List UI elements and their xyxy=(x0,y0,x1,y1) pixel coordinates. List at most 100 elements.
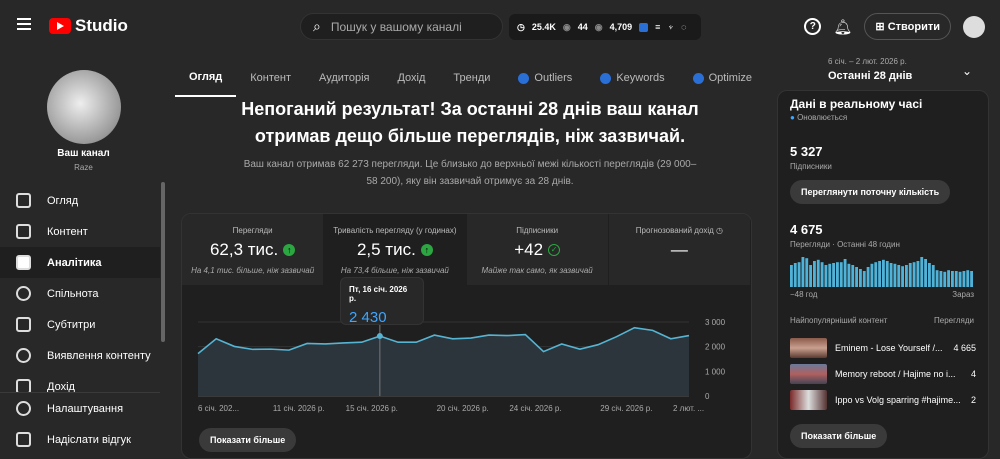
realtime-bar xyxy=(793,263,797,287)
tab-optimize[interactable]: Optimize xyxy=(679,60,766,97)
clock-icon: ◷ xyxy=(517,21,525,32)
video-thumbnail xyxy=(790,364,827,384)
tab-trends[interactable]: Тренди xyxy=(439,60,504,97)
feedback-icon xyxy=(16,432,31,447)
bell-icon[interactable]: 🔔︎ xyxy=(833,18,852,36)
tab-audience[interactable]: Аудиторія xyxy=(305,60,383,97)
eye-icon: ◉ xyxy=(594,21,603,32)
metric-watch-time[interactable]: Тривалість перегляду (у годинах) 2,5 тис.… xyxy=(324,214,467,285)
realtime-bar xyxy=(855,267,858,287)
realtime-bar xyxy=(836,262,839,287)
sidebar-scrollbar[interactable] xyxy=(161,182,165,342)
chat-icon[interactable]: ◌ xyxy=(681,22,686,32)
arrow-up-icon: ↑ xyxy=(283,244,296,256)
account-avatar[interactable] xyxy=(963,15,985,38)
studio-logo[interactable]: Studio xyxy=(49,16,128,36)
realtime-show-more-button[interactable]: Показати більше xyxy=(790,424,888,448)
top-content-item[interactable]: Ippo vs Volg sparring #hajime... 2 xyxy=(790,390,976,410)
realtime-bar xyxy=(866,267,870,287)
realtime-bar xyxy=(951,271,954,287)
tab-outliers[interactable]: Outliers xyxy=(504,60,586,97)
realtime-bar xyxy=(912,262,916,287)
realtime-bar xyxy=(893,263,897,287)
metric-views[interactable]: Перегляди 62,3 тис. ↑ На 4,1 тис. більше, н… xyxy=(182,214,325,285)
realtime-bar xyxy=(874,262,878,287)
realtime-bar xyxy=(824,265,828,287)
realtime-bar xyxy=(851,265,855,287)
tab-revenue[interactable]: Дохід xyxy=(383,60,439,97)
top-content-item[interactable]: Memory reboot / Hajime no i... 4 xyxy=(790,364,976,384)
metric-revenue[interactable]: Прогнозований дохід ◷ — xyxy=(608,214,751,285)
vidiq-icon xyxy=(600,72,612,84)
chevron-down-icon[interactable]: ⌄ xyxy=(962,64,972,78)
top-content-item[interactable]: Eminem - Lose Yourself /... 4 665 xyxy=(790,338,976,358)
trophy-icon[interactable]: ♆ xyxy=(667,22,674,32)
realtime-bar xyxy=(797,262,801,287)
realtime-bar xyxy=(916,261,920,287)
realtime-bar xyxy=(839,262,843,287)
analytics-icon xyxy=(16,255,31,270)
sidebar-item-feedback[interactable]: Надіслати відгук xyxy=(0,424,160,455)
sidebar-item-overview[interactable]: Огляд xyxy=(0,185,160,216)
summary-description: Ваш канал отримав 62 273 перегляди. Це б… xyxy=(243,159,697,187)
x-tick-label: 6 січ. 202... xyxy=(198,404,239,413)
y-tick-label: 0 xyxy=(705,392,710,401)
sidebar-item-community[interactable]: Спільнота xyxy=(0,278,160,309)
x-tick-label: 11 січ. 2026 р. xyxy=(273,404,325,413)
realtime-bar xyxy=(843,259,847,287)
realtime-bar xyxy=(870,263,874,287)
channel-handle: Raze xyxy=(74,163,93,172)
youtube-icon xyxy=(49,18,71,34)
tab-overview[interactable]: Огляд xyxy=(175,60,237,97)
realtime-bar xyxy=(790,265,793,287)
sidebar-item-analytics[interactable]: Аналітика xyxy=(0,247,160,278)
realtime-bar xyxy=(820,262,824,287)
realtime-bar xyxy=(947,270,950,287)
realtime-bar xyxy=(943,271,947,287)
realtime-bar xyxy=(970,271,973,287)
dashboard-icon xyxy=(16,193,31,208)
y-tick-label: 1 000 xyxy=(705,367,726,376)
watch-time-chart[interactable]: 3 000 2 000 1 000 0 6 січ. 202... 11 січ. 202… xyxy=(182,285,752,415)
realtime-bar xyxy=(954,271,958,287)
menu-icon[interactable] xyxy=(17,18,31,33)
extension-stats[interactable]: ◷ 25.4K ◉ 44 ◉ 4,709 ≡ ♆ ◌ xyxy=(509,14,701,40)
vidiq-icon xyxy=(518,72,530,84)
search-icon: ⌕ xyxy=(313,18,321,34)
metric-subscribers[interactable]: Підписники +42 ✓ Майже так само, як зазвича… xyxy=(466,214,609,285)
x-tick-label: 29 січ. 2026 р. xyxy=(600,404,652,413)
create-button[interactable]: ⊞ Створити xyxy=(864,13,951,40)
realtime-bar xyxy=(805,258,809,287)
tab-keywords[interactable]: Keywords xyxy=(586,60,678,97)
sidebar-item-copyright[interactable]: Виявлення контенту xyxy=(0,340,160,371)
channel-name: Ваш канал xyxy=(57,148,110,159)
vidiq-icon[interactable] xyxy=(639,22,649,32)
x-tick-label: 15 січ. 2026 р. xyxy=(346,404,398,413)
sidebar-item-content[interactable]: Контент xyxy=(0,216,160,247)
view-current-count-button[interactable]: Переглянути поточну кількість xyxy=(790,180,951,204)
realtime-bar xyxy=(920,257,924,287)
copyright-icon xyxy=(16,348,31,363)
realtime-bar-chart[interactable] xyxy=(790,257,974,287)
clock-icon: ◷ xyxy=(716,226,723,235)
y-tick-label: 3 000 xyxy=(705,318,726,327)
realtime-bar xyxy=(878,261,881,287)
sidebar-item-subtitles[interactable]: Субтитри xyxy=(0,309,160,340)
realtime-bar xyxy=(828,263,832,287)
top-bar: Studio ⌕ Пошук у вашому каналі ◷ 25.4K ◉ 44… xyxy=(0,0,1000,52)
summary-headline: Непоганий результат! За останні 28 днів … xyxy=(241,99,699,146)
list-icon[interactable]: ≡ xyxy=(655,22,660,32)
tab-content[interactable]: Контент xyxy=(236,60,305,97)
date-range-picker[interactable]: 6 січ. – 2 лют. 2026 р. Останні 28 днів xyxy=(828,57,912,82)
search-input[interactable]: ⌕ Пошук у вашому каналі xyxy=(300,13,503,40)
show-more-button[interactable]: Показати більше xyxy=(199,428,297,452)
sidebar-item-settings[interactable]: Налаштування xyxy=(0,393,160,424)
realtime-bar xyxy=(897,265,901,287)
realtime-bar xyxy=(882,259,885,287)
realtime-bar xyxy=(885,261,889,287)
realtime-bar xyxy=(928,263,931,287)
check-icon: ✓ xyxy=(548,244,561,256)
community-icon xyxy=(16,286,31,301)
help-icon[interactable]: ? xyxy=(804,18,822,35)
channel-avatar[interactable] xyxy=(47,70,121,144)
